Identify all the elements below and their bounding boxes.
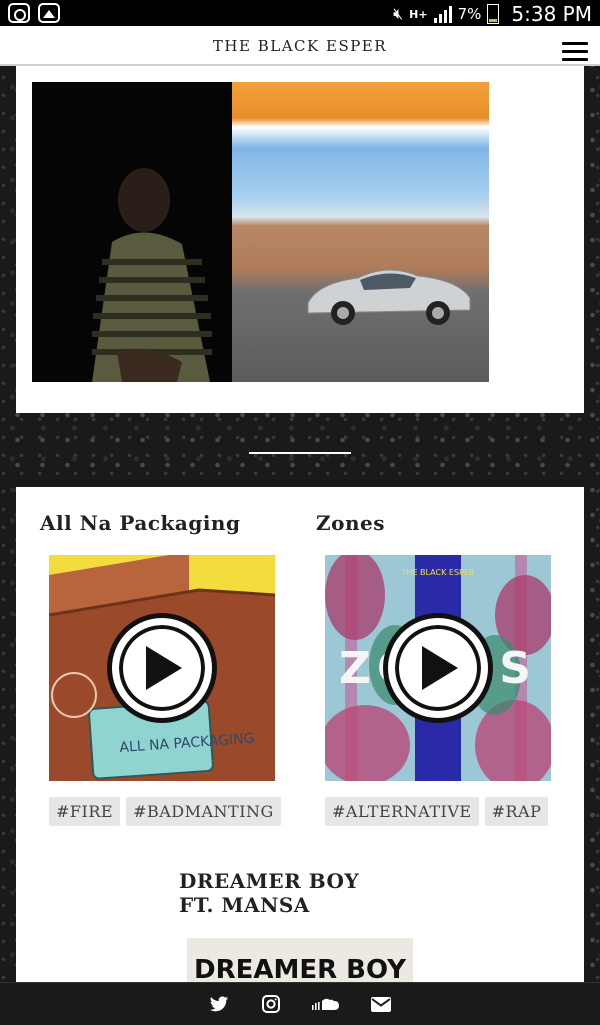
track-card: DREAMER BOY FT. MANSA [179,869,399,917]
section-divider [249,452,351,454]
cover-text: DREAMER BOY [194,955,407,983]
battery-percent: 7% [457,5,482,23]
play-button[interactable] [383,613,493,723]
clock: 5:38 PM [511,2,592,26]
social-footer [0,982,600,1025]
instagram-notification-icon [8,3,30,23]
car-illustration [307,269,471,325]
gallery-notification-icon [38,3,60,23]
track-cover[interactable]: DREAMER BOY [187,938,413,983]
site-header: THE BLACK ESPER [0,26,600,66]
play-icon [146,646,182,690]
instagram-icon[interactable] [260,993,282,1015]
track-cover[interactable]: ALL NA PACKAGING [49,555,275,781]
tag-badmanting[interactable]: #BADMANTING [126,797,281,826]
track-tags: #FIRE #BADMANTING [49,797,281,826]
mute-icon: 🔇︎ [393,4,404,23]
play-icon [422,646,458,690]
tracks-section: All Na Packaging ALL NA PACKAGING #FIRE … [16,487,584,983]
status-bar: 🔇︎ H+ 7% 5:38 PM [0,0,600,26]
battery-icon [487,4,500,24]
dreamer-boy-artwork: DREAMER BOY [187,938,413,983]
hamburger-menu-icon[interactable] [562,42,588,62]
play-button[interactable] [107,613,217,723]
tag-fire[interactable]: #FIRE [49,797,121,826]
network-type: H+ [409,7,428,21]
email-icon[interactable] [370,993,392,1015]
track-title[interactable]: All Na Packaging [40,511,240,535]
track-title[interactable]: Zones [316,511,385,535]
track-card: Zones [316,511,385,535]
signal-icon [433,5,452,23]
tag-alternative[interactable]: #ALTERNATIVE [325,797,479,826]
track-title[interactable]: DREAMER BOY FT. MANSA [179,869,399,917]
track-card: All Na Packaging [40,511,240,535]
artist-portrait-image [32,82,232,382]
tag-rap[interactable]: #RAP [484,797,549,826]
site-title[interactable]: THE BLACK ESPER [0,37,600,55]
soundcloud-icon[interactable] [312,993,340,1015]
hero-card [16,66,584,413]
artist-car-image [232,82,489,382]
artist-silhouette [92,168,212,382]
track-tags: #ALTERNATIVE #RAP [325,797,549,826]
twitter-icon[interactable] [208,993,230,1015]
cover-text-top: THE BLACK ESPER [401,568,475,577]
track-cover[interactable]: THE BLACK ESPER ZONES [325,555,551,781]
